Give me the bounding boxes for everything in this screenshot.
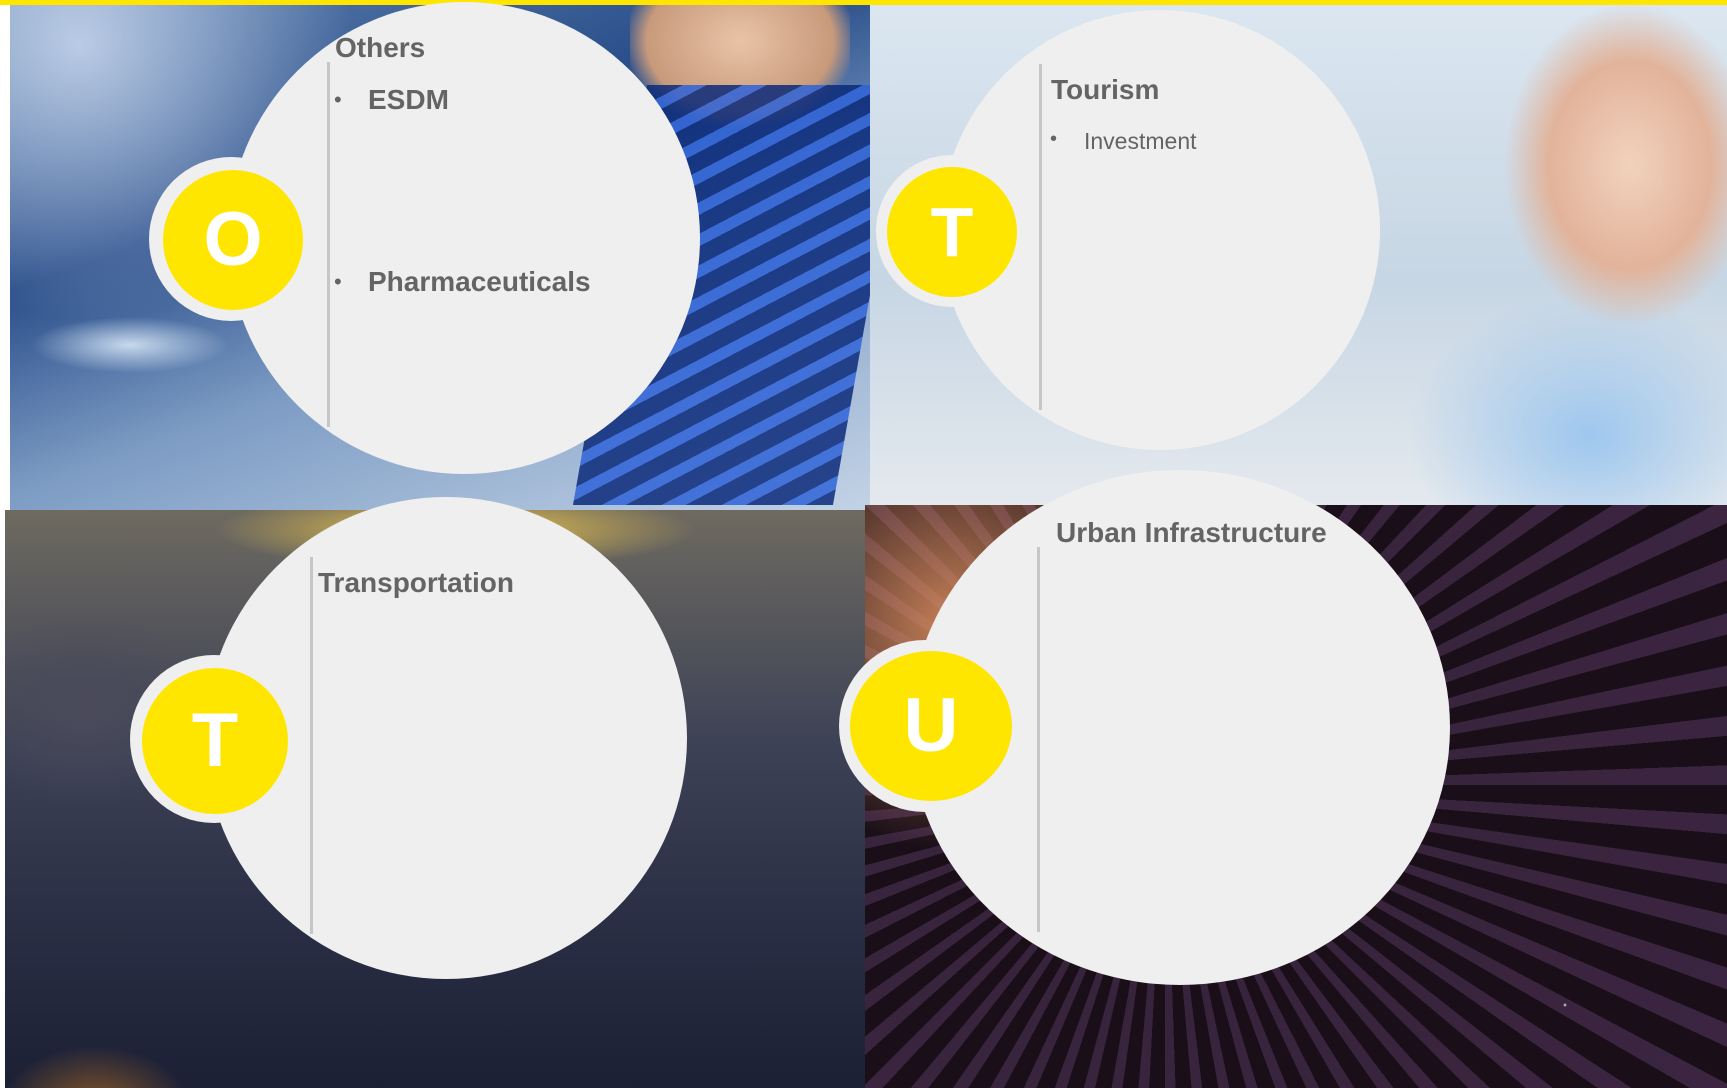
bullet-dot: • (1050, 128, 1058, 150)
tourism-letter: T (930, 193, 974, 271)
tourism-item-label: Investment (1084, 128, 1197, 154)
hand-image (630, 5, 850, 125)
others-item-pharmaceuticals: • Pharmaceuticals (334, 266, 591, 298)
others-title: Others (335, 32, 426, 63)
bullet-dot: • (334, 87, 342, 112)
urban-title: Urban Infrastructure (1056, 517, 1327, 548)
others-item-label: Pharmaceuticals (368, 266, 591, 297)
others-item-label: ESDM (368, 84, 449, 115)
transportation-letter: T (191, 698, 239, 783)
tourism-item-investment: • Investment (1050, 128, 1197, 155)
tourism-badge: T (887, 167, 1017, 297)
tourism-divider (1039, 64, 1042, 410)
urban-badge: U (850, 651, 1012, 801)
urban-divider (1037, 547, 1040, 932)
others-badge: O (163, 170, 303, 310)
bullet-dot: • (334, 269, 342, 294)
others-letter: O (203, 197, 263, 282)
urban-letter: U (903, 683, 959, 768)
transportation-title: Transportation (318, 567, 515, 598)
others-divider (327, 62, 330, 427)
transportation-badge: T (142, 668, 288, 814)
tourism-title: Tourism (1051, 74, 1160, 105)
others-item-esdm: • ESDM (334, 84, 449, 116)
transportation-divider (310, 557, 313, 934)
